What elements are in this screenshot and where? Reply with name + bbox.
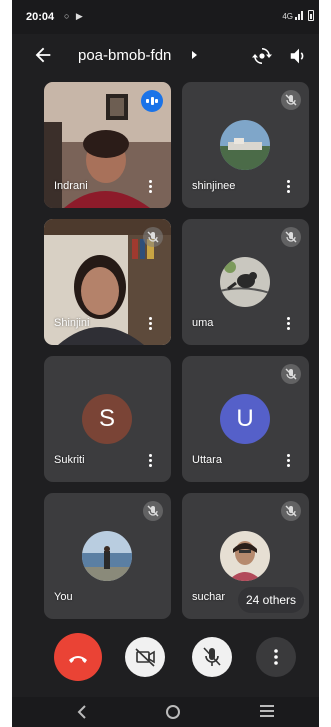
participant-tile-shinjini[interactable]: Shinjini <box>44 219 171 345</box>
participant-name: Shinjini <box>54 317 90 329</box>
camera-off-icon <box>135 648 155 667</box>
meeting-header: poa-bmob-fdn <box>12 34 319 80</box>
more-vert-icon[interactable] <box>149 317 153 331</box>
avatar-initial: S <box>82 394 132 444</box>
mic-off-icon <box>143 227 163 247</box>
phone-hangup-icon <box>69 656 87 663</box>
phone-screen: 20:04 ○ ▶ 4G poa-bmob-fdn Indrani shinji… <box>12 0 319 727</box>
participant-name: suchar <box>192 591 226 603</box>
participant-tile-shinjinee[interactable]: shinjinee <box>182 82 309 208</box>
avatar <box>220 120 270 170</box>
participant-tile-uma[interactable]: uma <box>182 219 309 345</box>
participant-tile-uttara[interactable]: U Uttara <box>182 356 309 482</box>
more-options-button[interactable] <box>256 637 296 677</box>
participant-tile-you[interactable]: You <box>44 493 171 619</box>
battery-icon <box>308 10 314 21</box>
system-navigation-bar <box>12 697 319 727</box>
participant-name: Uttara <box>192 454 222 466</box>
mic-off-icon <box>143 501 163 521</box>
others-count-pill[interactable]: 24 others <box>238 587 305 613</box>
status-bar: 20:04 ○ ▶ 4G <box>12 0 319 34</box>
mic-off-icon <box>203 647 221 666</box>
avatar <box>220 531 270 581</box>
status-time: 20:04 <box>26 11 55 23</box>
nav-recents-icon[interactable] <box>260 705 274 717</box>
camera-toggle-button[interactable] <box>125 637 165 677</box>
mic-off-icon <box>281 90 301 110</box>
more-vert-icon[interactable] <box>287 454 291 468</box>
mic-off-icon <box>281 227 301 247</box>
avatar <box>220 257 270 307</box>
meeting-code[interactable]: poa-bmob-fdn <box>78 47 171 64</box>
speaking-indicator-icon <box>141 90 163 112</box>
mic-off-icon <box>281 501 301 521</box>
more-vert-icon[interactable] <box>149 454 153 468</box>
more-vert-icon[interactable] <box>149 180 153 194</box>
participant-name: Indrani <box>54 180 88 192</box>
more-vert-icon[interactable] <box>287 180 291 194</box>
network-indicator: 4G <box>282 12 293 21</box>
avatar-initial: U <box>220 394 270 444</box>
switch-camera-icon[interactable] <box>250 44 274 68</box>
participant-name: shinjinee <box>192 180 236 192</box>
participant-name: uma <box>192 317 214 329</box>
end-call-button[interactable] <box>54 633 102 681</box>
back-arrow-icon[interactable] <box>32 44 54 66</box>
nav-home-icon[interactable] <box>166 705 180 719</box>
nav-back-icon[interactable] <box>76 704 88 720</box>
participant-name: You <box>54 591 73 603</box>
avatar <box>82 531 132 581</box>
signal-icon <box>295 11 303 20</box>
mic-off-icon <box>281 364 301 384</box>
participant-tile-sukriti[interactable]: S Sukriti <box>44 356 171 482</box>
chevron-right-icon[interactable] <box>192 51 197 59</box>
participant-name: Sukriti <box>54 454 85 466</box>
notification-icons: ○ ▶ <box>64 11 85 21</box>
more-vert-icon[interactable] <box>287 317 291 331</box>
participant-tile-indrani[interactable]: Indrani <box>44 82 171 208</box>
speaker-icon[interactable] <box>288 45 310 67</box>
more-vert-icon <box>274 649 278 665</box>
microphone-toggle-button[interactable] <box>192 637 232 677</box>
